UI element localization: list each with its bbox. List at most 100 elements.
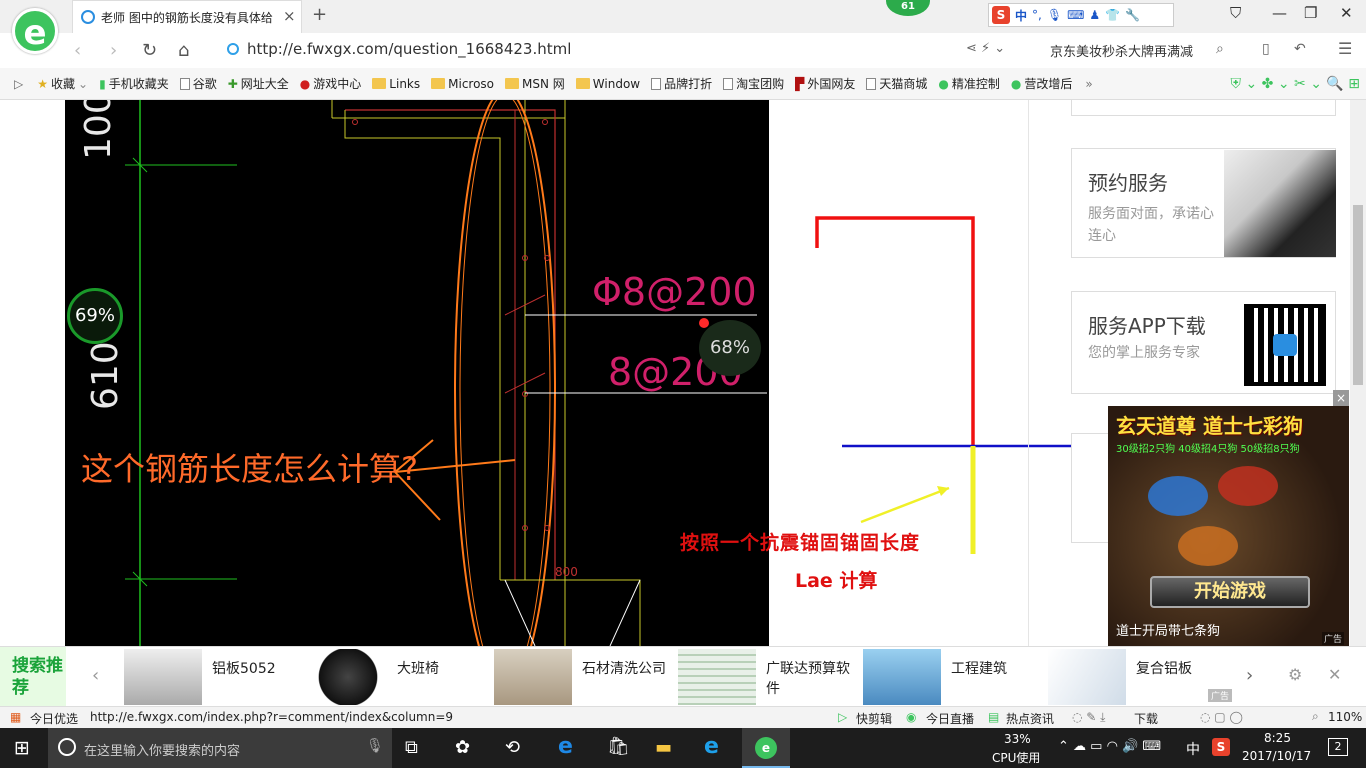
home-icon[interactable]: ⌂ <box>178 40 189 61</box>
ime-toolbar[interactable]: S 中 °, 🎙 ⌨ ♟ 👕 🔧 <box>988 3 1174 27</box>
recommend-item-label: 大班椅 <box>397 661 439 677</box>
new-tab-button[interactable]: + <box>312 4 327 25</box>
notification-center-icon[interactable]: 2 <box>1328 738 1348 756</box>
browser-logo[interactable]: e <box>12 8 58 54</box>
start-game-button[interactable]: 开始游戏 <box>1150 576 1310 608</box>
status-item[interactable]: 下载 <box>1134 710 1158 727</box>
ad-tag: 广告 <box>1322 632 1345 645</box>
close-window-button[interactable]: ✕ <box>1340 4 1353 22</box>
misc-icons[interactable]: ◌ ▢ ◯ <box>1200 710 1243 724</box>
shirt-icon[interactable]: ⛉ <box>1230 4 1241 22</box>
skin-icon[interactable]: 👕 <box>1105 8 1120 22</box>
bookmark-item[interactable]: ● 游戏中心 <box>300 75 362 92</box>
bookmark-item[interactable]: ✚ 网址大全 <box>228 75 289 92</box>
page-icon <box>723 77 734 90</box>
memory-gauge-left[interactable]: 69% <box>67 288 123 344</box>
keyboard-icon[interactable]: ⌨ <box>1067 8 1084 22</box>
ime-indicator[interactable]: 中 <box>1186 739 1200 759</box>
bookmark-item[interactable]: 谷歌 <box>179 75 217 92</box>
tool-icons[interactable]: ◌ ✎ ⤓ <box>1072 710 1105 725</box>
status-left[interactable]: 今日优选 <box>30 710 78 727</box>
status-item[interactable]: 今日直播 <box>926 710 974 727</box>
menu-icon[interactable]: ☰ <box>1338 39 1352 58</box>
close-tab-icon[interactable]: × <box>283 7 296 25</box>
globe-icon <box>227 43 239 55</box>
bookmark-item[interactable]: MSN 网 <box>505 75 565 92</box>
app-pinwheel-icon[interactable]: ✿ <box>455 737 470 758</box>
browser-tab[interactable]: 老师 图中的钢筋长度没有具体给 × <box>72 0 302 33</box>
status-url: http://e.fwxgx.com/index.php?r=comment/i… <box>90 710 454 724</box>
windows-start-icon[interactable]: ⊞ <box>14 737 30 759</box>
forward-icon[interactable]: › <box>110 40 117 61</box>
mic-icon[interactable]: 🎙 <box>366 738 384 754</box>
bookmark-item[interactable]: 品牌打折 <box>651 75 712 92</box>
user-icon[interactable]: ♟ <box>1089 8 1100 22</box>
bookmark-label: Links <box>389 76 421 91</box>
clock-time[interactable]: 8:25 <box>1264 731 1291 745</box>
ext-icons[interactable]: ⛨ ⌄ ✤ ⌄ ✂ ⌄ 🔍 ⊞ <box>1231 76 1360 92</box>
software-screenshot-image <box>678 649 756 705</box>
bookmark-item[interactable]: Links <box>372 77 420 91</box>
memory-gauge-right[interactable]: 68% <box>699 320 761 376</box>
bookmark-item[interactable]: 淘宝团购 <box>723 75 784 92</box>
search-suggestion[interactable]: 京东美妆秒杀大牌再满减 <box>1050 41 1193 60</box>
taskbar-search[interactable]: 在这里输入你要搜索的内容 🎙 <box>48 728 392 768</box>
red-dog-image <box>1218 466 1278 506</box>
bookmark-item[interactable]: Window <box>575 76 641 91</box>
cad-drawing-image: 100 610 Φ8@200 8@200 这个钢筋长度怎么计算? 800 69%… <box>65 100 769 646</box>
explorer-icon[interactable]: ▬ <box>655 737 672 758</box>
game-ad-popup[interactable]: 玄天道尊 道士七彩狗 30级招2只狗 40级招4只狗 50级招8只狗 开始游戏 … <box>1108 406 1349 646</box>
prev-arrow-icon[interactable]: ‹ <box>92 665 99 686</box>
share-icon[interactable]: ⋖ ⚡ ⌄ <box>966 41 1005 56</box>
search-icon[interactable]: ⌕ <box>1216 41 1224 57</box>
ime-mode[interactable]: 中 <box>1015 7 1027 24</box>
undo-icon[interactable]: ↶ <box>1294 41 1306 57</box>
app-download-card[interactable]: 服务APP下载 您的掌上服务专家 <box>1071 291 1336 394</box>
settings-icon[interactable]: ⚙ <box>1288 665 1302 684</box>
notification-badge[interactable]: 61 <box>886 0 930 16</box>
bookmark-item[interactable]: ● 精准控制 <box>938 75 1000 92</box>
wrench-icon[interactable]: 🔧 <box>1125 8 1140 22</box>
sogou-tray-icon[interactable]: S <box>1212 738 1230 756</box>
status-item[interactable]: 热点资讯 <box>1006 710 1054 727</box>
ie-icon[interactable]: e <box>704 734 719 759</box>
minimize-button[interactable]: — <box>1272 4 1287 22</box>
status-item[interactable]: 快剪辑 <box>856 710 892 727</box>
mobile-icon[interactable]: ▯ <box>1262 41 1270 57</box>
bookmark-item[interactable]: ▛ 外国网友 <box>795 75 855 92</box>
bookmark-item[interactable]: ● 营改增后 <box>1011 75 1073 92</box>
booking-card[interactable]: 预约服务 服务面对面，承诺心连心 <box>1071 148 1336 258</box>
url-field[interactable]: http://e.fwxgx.com/question_1668423.html <box>222 39 962 61</box>
back-icon[interactable]: ‹ <box>74 40 81 61</box>
app-swirl-icon[interactable]: ⟲ <box>505 737 520 758</box>
bookmark-item[interactable]: ★ 收藏 ⌄ <box>37 75 88 92</box>
close-bar-icon[interactable]: ✕ <box>1328 665 1341 684</box>
tab-title: 老师 图中的钢筋长度没有具体给 <box>101 11 273 25</box>
tray-icons[interactable]: ⌃ ☁ ▭ ◠ 🔊 ⌨ <box>1058 739 1161 754</box>
mic-icon[interactable]: 🎙 <box>1047 8 1062 22</box>
browser-task-icon: e <box>755 737 777 759</box>
clock-date[interactable]: 2017/10/17 <box>1242 749 1311 763</box>
more-bookmarks-icon[interactable]: » <box>1085 77 1092 91</box>
building-image <box>863 649 941 705</box>
sidebar-toggle-icon[interactable]: ▷ <box>14 77 23 91</box>
store-icon[interactable]: 🛍 <box>607 736 630 757</box>
bookmark-item[interactable]: 天猫商城 <box>866 75 927 92</box>
bookmark-item[interactable]: Microso <box>431 77 494 91</box>
restore-button[interactable]: ❐ <box>1304 4 1317 22</box>
next-arrow-icon[interactable]: › <box>1246 665 1253 686</box>
punct-icon[interactable]: °, <box>1032 8 1042 22</box>
page-scrollbar[interactable] <box>1350 100 1366 646</box>
task-view-icon[interactable]: ⧉ <box>405 737 418 758</box>
ad-close-button[interactable]: × <box>1333 390 1349 406</box>
refresh-icon[interactable]: ↻ <box>142 40 157 61</box>
active-browser-task[interactable]: e <box>742 728 790 768</box>
zoom-level[interactable]: 110% <box>1328 710 1362 724</box>
scrollbar-thumb[interactable] <box>1353 205 1363 385</box>
edge-icon[interactable]: e <box>558 734 573 759</box>
dim-label-top: 100 <box>78 100 119 160</box>
bookmark-label: Window <box>592 76 641 91</box>
bookmark-item[interactable]: ▮ 手机收藏夹 <box>99 75 169 92</box>
divider <box>1028 100 1029 646</box>
game-icon: ● <box>299 76 311 91</box>
